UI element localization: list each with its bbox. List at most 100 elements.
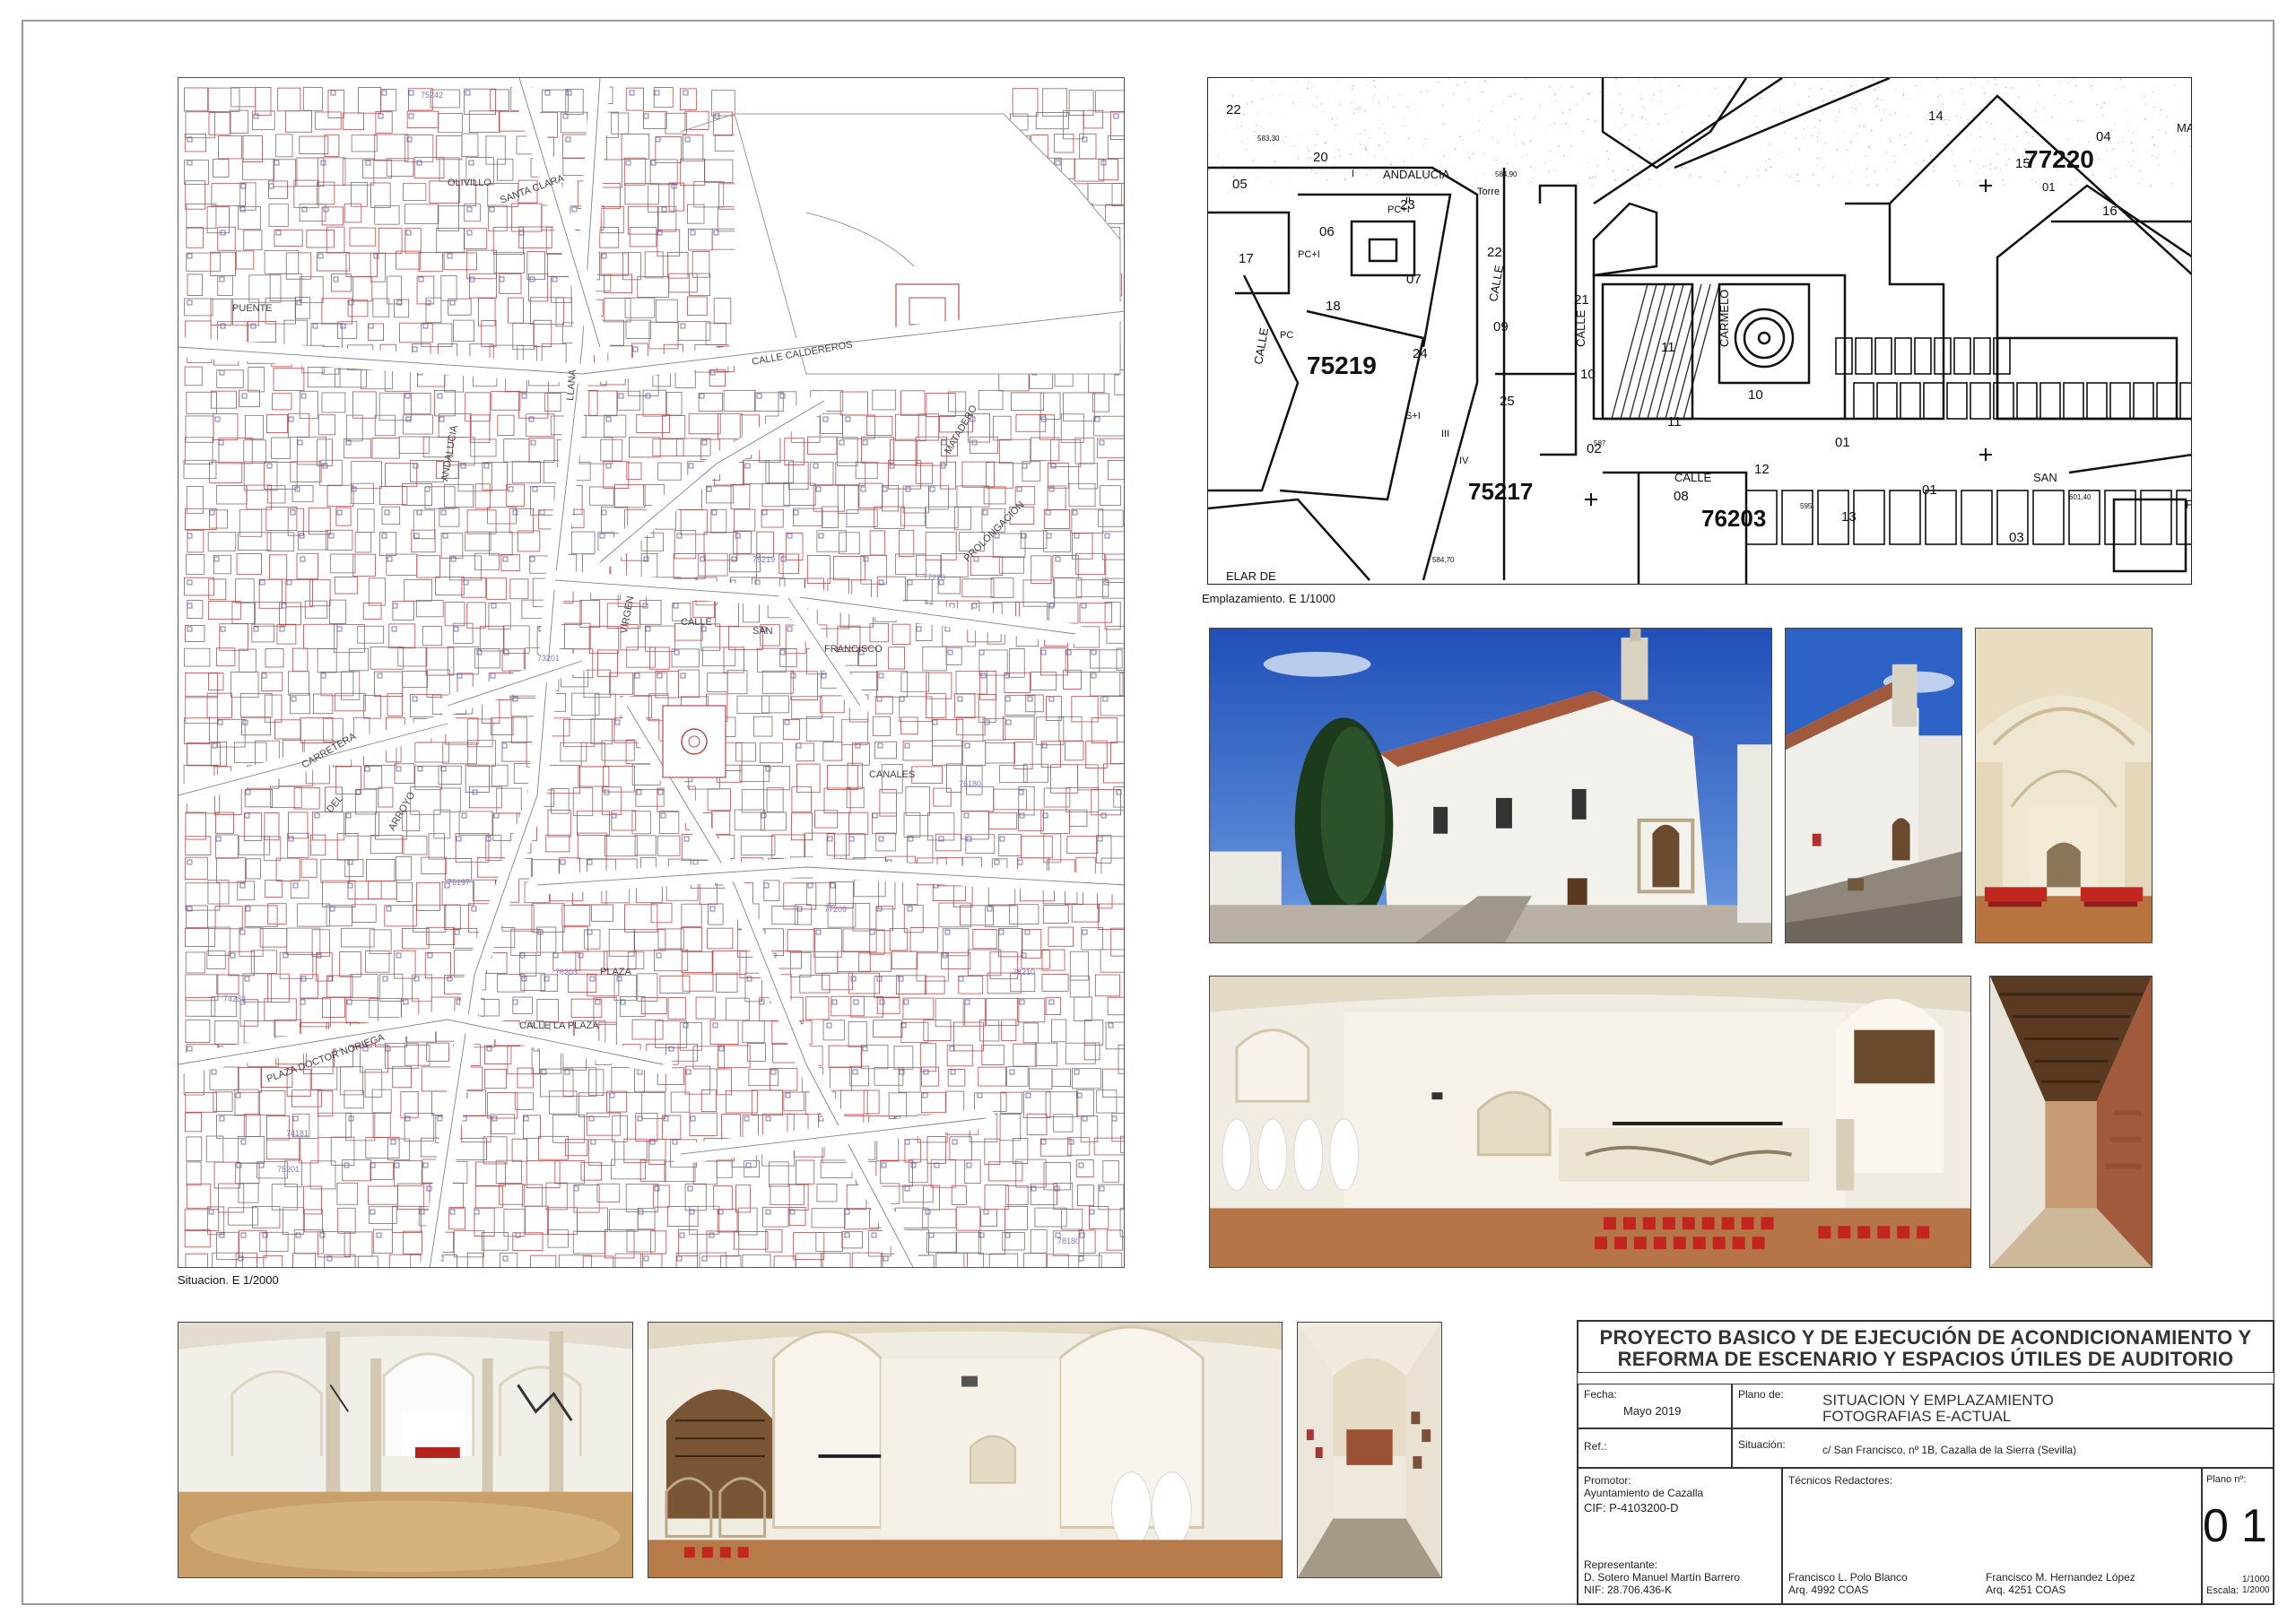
svg-text:587: 587 — [1594, 439, 1606, 447]
svg-text:584,90: 584,90 — [1495, 170, 1518, 178]
situacion-map-drawing: ANDALUCIACALLE CALDEREROSCALLESANFRANCIS… — [178, 78, 1124, 1267]
cloister-columns-photo — [178, 1322, 633, 1578]
svg-text:74181: 74181 — [286, 1129, 309, 1138]
svg-text:75201: 75201 — [277, 1165, 300, 1174]
church-street-photo — [1785, 628, 1962, 943]
svg-text:04: 04 — [2096, 129, 2111, 144]
fecha-cell: Fecha: Mayo 2019 — [1578, 1384, 1732, 1428]
tecnicos-label: Técnicos Redactores: — [1788, 1474, 1893, 1487]
representante-name: D. Sotero Manuel Martín Barrero — [1584, 1571, 1741, 1584]
auditorium-panorama-photo — [1209, 976, 1971, 1268]
plano-de-cell: Plano de: SITUACION Y EMPLAZAMIENTO FOTO… — [1732, 1384, 2274, 1428]
plano-number-value: 01 — [2203, 1500, 2280, 1552]
svg-text:CARMELO: CARMELO — [1718, 290, 1731, 347]
svg-text:601,40: 601,40 — [2069, 493, 2092, 501]
svg-text:05: 05 — [1232, 177, 1248, 192]
emplazamiento-map: 77220 75219 75217 76203 01 ANDALUCIA CALLE CALL… — [1207, 77, 2192, 585]
svg-text:PLAZA: PLAZA — [600, 967, 632, 977]
svg-text:FRANCISCO: FRANCISCO — [824, 644, 883, 655]
representante-nif: NIF: 28.706.436-K — [1584, 1584, 1673, 1596]
svg-text:CALLE: CALLE — [1674, 471, 1712, 484]
svg-text:78210: 78210 — [1013, 968, 1035, 976]
svg-text:77220: 77220 — [2024, 145, 2094, 173]
svg-text:08: 08 — [1674, 489, 1689, 504]
svg-text:SAN: SAN — [752, 626, 773, 637]
escala-label: Escala: — [2206, 1585, 2239, 1596]
svg-text:16: 16 — [2102, 204, 2118, 219]
svg-text:73201: 73201 — [537, 654, 560, 663]
svg-text:22: 22 — [1226, 102, 1241, 117]
plano-number-cell: Plano nº: 01 1/1000 Escala: 1/2000 — [2202, 1468, 2274, 1604]
svg-text:07: 07 — [1406, 272, 1422, 287]
svg-text:20: 20 — [1313, 150, 1328, 165]
project-title-line-2: REFORMA DE ESCENARIO Y ESPACIOS ÚTILES D… — [1617, 1348, 2234, 1370]
svg-text:75242: 75242 — [421, 91, 443, 100]
plano-de-label: Plano de: — [1738, 1388, 1784, 1401]
church-exterior-photo — [1209, 628, 1772, 943]
project-title-box: PROYECTO BASICO Y DE EJECUCIÓN DE ACONDI… — [1578, 1321, 2274, 1373]
svg-text:76203: 76203 — [555, 968, 578, 976]
plano-de-line-1: SITUACION Y EMPLAZAMIENTO — [1822, 1392, 2054, 1409]
tecnico-1-id: Arq. 4992 COAS — [1788, 1584, 1869, 1596]
nave-interior-photo — [1975, 628, 2152, 943]
svg-text:CALLE: CALLE — [681, 617, 712, 628]
svg-text:09: 09 — [1493, 319, 1509, 334]
situacion-caption: Situacion. E 1/2000 — [178, 1273, 279, 1287]
svg-text:I: I — [1352, 169, 1354, 179]
title-block: PROYECTO BASICO Y DE EJECUCIÓN DE ACONDI… — [1577, 1320, 2274, 1605]
svg-text:76197: 76197 — [448, 878, 470, 887]
svg-text:76180: 76180 — [959, 779, 981, 788]
corridor-ceiling-photo — [1989, 976, 2152, 1268]
svg-text:SAN: SAN — [2033, 471, 2057, 484]
ref-label: Ref.: — [1584, 1440, 1607, 1453]
svg-text:PC+I: PC+I — [1298, 249, 1320, 260]
svg-text:01: 01 — [2042, 180, 2055, 194]
svg-text:583,30: 583,30 — [1257, 135, 1280, 143]
svg-text:25: 25 — [1500, 394, 1515, 409]
emplazamiento-caption: Emplazamiento. E 1/1000 — [1202, 592, 1335, 605]
escala-value-1: 1/1000 — [2242, 1575, 2270, 1584]
ref-cell: Ref.: — [1578, 1428, 1732, 1468]
svg-text:CANALES: CANALES — [869, 769, 915, 780]
svg-text:FRANCISCO: FRANCISCO — [2186, 498, 2192, 511]
svg-text:CALLE LA PLAZA: CALLE LA PLAZA — [519, 1020, 599, 1031]
svg-text:S+I: S+I — [1405, 411, 1421, 421]
svg-text:11: 11 — [1667, 414, 1682, 430]
interior-panorama-photo — [648, 1322, 1283, 1578]
promotor-name: Ayuntamiento de Cazalla — [1584, 1487, 1704, 1499]
svg-text:01: 01 — [1835, 435, 1850, 450]
svg-text:75219: 75219 — [1307, 352, 1377, 379]
svg-text:75219: 75219 — [752, 555, 775, 564]
svg-text:ANDALUCIA: ANDALUCIA — [1383, 168, 1450, 181]
svg-text:Torre: Torre — [1477, 187, 1500, 197]
promotor-label: Promotor: — [1584, 1474, 1631, 1487]
situacion-label: Situación: — [1738, 1438, 1786, 1451]
svg-text:03: 03 — [2009, 530, 2024, 545]
svg-text:10: 10 — [1748, 387, 1763, 403]
promotor-cell: Promotor: Ayuntamiento de Cazalla CIF: P… — [1578, 1468, 1782, 1604]
situacion-cell: Situación: c/ San Francisco, nº 1B, Caza… — [1732, 1428, 2274, 1468]
representante-label: Representante: — [1584, 1558, 1658, 1571]
svg-text:06: 06 — [1319, 224, 1335, 239]
svg-text:74283: 74283 — [223, 994, 246, 1003]
emplazamiento-map-drawing: 77220 75219 75217 76203 01 ANDALUCIA CALLE CALL… — [1208, 78, 2192, 584]
svg-text:III: III — [1441, 429, 1449, 439]
svg-text:584,70: 584,70 — [1432, 556, 1455, 564]
svg-text:MA: MA — [2177, 121, 2192, 135]
svg-text:12: 12 — [1754, 462, 1770, 477]
situacion-map: ANDALUCIA CALLE CALDEREROS CALLE SAN FRANCIS… — [178, 77, 1125, 1268]
promotor-cif: CIF: P-4103200-D — [1584, 1501, 1679, 1515]
svg-text:17: 17 — [1239, 251, 1254, 266]
svg-text:18: 18 — [1326, 299, 1341, 314]
plano-number-label: Plano nº: — [2206, 1474, 2247, 1485]
svg-text:14: 14 — [1928, 108, 1944, 124]
svg-text:13: 13 — [1841, 509, 1857, 525]
svg-text:CALLE: CALLE — [1574, 309, 1587, 347]
svg-text:10: 10 — [1580, 367, 1596, 382]
plano-de-line-2: FOTOGRAFIAS E-ACTUAL — [1822, 1408, 2012, 1425]
svg-text:78180: 78180 — [1057, 1237, 1080, 1245]
svg-text:15: 15 — [2015, 156, 2031, 171]
svg-text:22: 22 — [1487, 245, 1502, 260]
narrow-gallery-photo — [1297, 1322, 1442, 1578]
svg-text:IV: IV — [1459, 456, 1469, 466]
